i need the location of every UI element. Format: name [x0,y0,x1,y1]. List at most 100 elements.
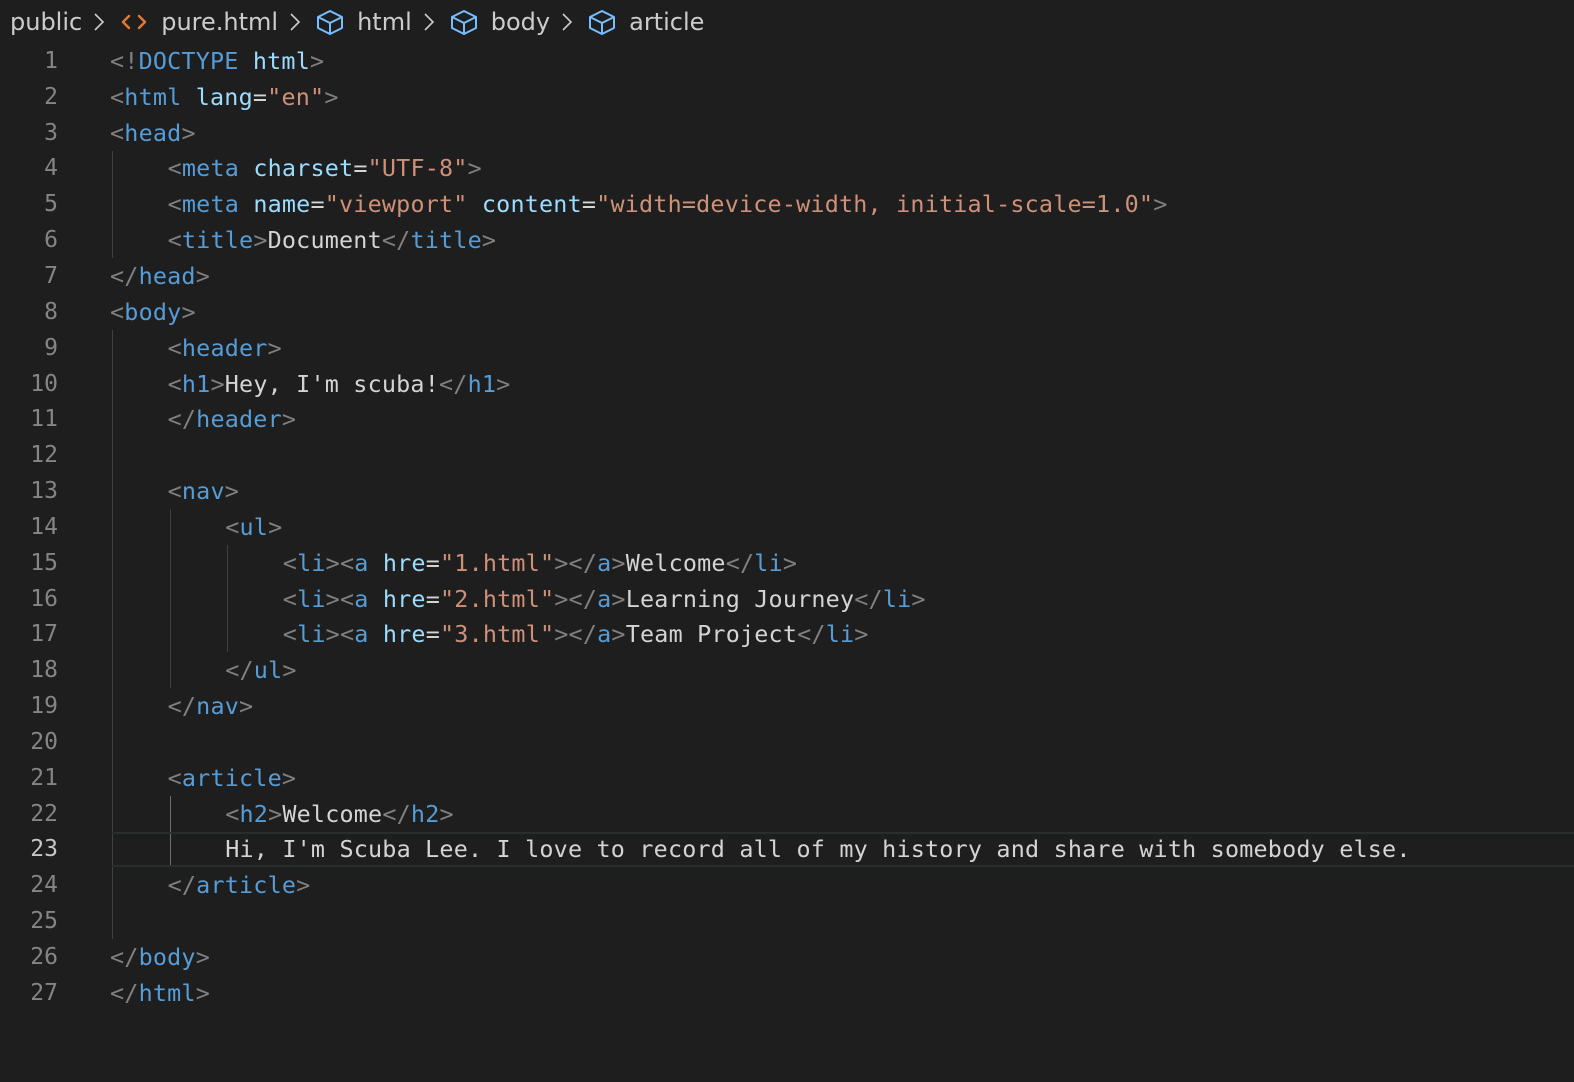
code-content: </article> [168,871,311,899]
code-attribute-name: html [252,46,310,75]
indent-guide [112,616,113,653]
code-punctuation: < [282,620,298,649]
code-line[interactable]: 16 <li><a hre="2.html"></a>Learning Journ… [0,580,1574,617]
code-line[interactable]: 21 <article> [0,759,1574,796]
code-punctuation: > [253,226,268,255]
symbol-element-icon [589,10,616,35]
code-line[interactable]: 27 </html> [0,975,1574,1011]
indent-guide [169,795,171,832]
code-content: <!DOCTYPE html> [110,47,324,75]
indent-guide [112,186,113,223]
breadcrumb-label: pure.html [161,8,279,36]
code-punctuation: > [181,297,196,326]
code-punctuation: > [1153,190,1168,219]
breadcrumb-item-article[interactable]: article [587,8,704,36]
code-tag-name: nav [196,692,240,721]
code-tag-name: h2 [239,799,269,828]
code-tag-name: body [124,297,182,326]
line-number: 24 [30,872,58,899]
breadcrumb-item-folder[interactable]: public [10,8,82,36]
code-punctuation: > [854,620,869,649]
code-punctuation: </ [382,799,411,828]
code-line[interactable]: 7 </head> [0,258,1574,294]
code-punctuation: > [310,46,325,75]
code-content: <li><a hre="2.html"></a>Learning Journey… [283,585,926,613]
code-string: "UTF-8" [367,154,468,183]
code-punctuation: > [611,584,626,613]
line-number: 2 [44,83,58,110]
line-number: 13 [30,478,58,505]
code-tag-name: header [181,333,268,362]
code-line[interactable]: 10 <h1>Hey, I'm scuba!</h1> [0,365,1574,402]
code-content: Hi, I'm Scuba Lee. I love to record all … [225,835,1410,863]
code-line[interactable]: 1 <!DOCTYPE html> [0,43,1574,79]
code-line[interactable]: 9 <header> [0,329,1574,366]
code-punctuation: </ [797,620,826,649]
code-tag-name: li [297,584,326,613]
code-line[interactable]: 5 <meta name="viewport" content="width=de… [0,186,1574,223]
code-tag-name: title [181,226,254,255]
code-line[interactable]: 14 <ul> [0,508,1574,545]
line-number: 3 [44,119,58,146]
indent-guide [112,544,113,581]
code-tag-name: meta [181,154,240,183]
indent-guide [112,222,113,259]
code-tag-name: ul [253,656,283,685]
code-line[interactable]: 20 [0,724,1574,760]
indent-guide [112,401,113,438]
code-line[interactable]: 6 <title>Document</title> [0,222,1574,259]
chevron-right-icon [562,13,573,31]
code-tag-name: body [138,943,196,972]
code-line[interactable]: 26 </body> [0,939,1574,975]
code-line[interactable]: 4 <meta charset="UTF-8"> [0,150,1574,187]
code-punctuation: >< [325,548,355,577]
code-punctuation: ></ [554,584,598,613]
code-line[interactable]: 18 </ul> [0,652,1574,689]
line-number: 27 [30,979,58,1006]
code-line[interactable]: 25 [0,903,1574,940]
code-punctuation: < [282,584,298,613]
code-line[interactable]: 3 <head> [0,115,1574,151]
code-line[interactable]: 12 [0,437,1574,474]
code-line[interactable]: 11 </header> [0,401,1574,438]
breadcrumb-item-html[interactable]: html [315,8,412,36]
code-text: = [252,82,268,111]
code-text: Learning Journey [625,584,855,613]
code-content: </header> [168,405,297,433]
code-line[interactable]: 15 <li><a hre="1.html"></a>Welcome</li> [0,544,1574,581]
line-number: 22 [30,800,58,827]
breadcrumb-item-file[interactable]: pure.html [119,8,278,36]
code-content: </body> [110,943,210,971]
code-line[interactable]: 23 Hi, I'm Scuba Lee. I love to record al… [0,831,1574,868]
code-line[interactable]: 2 <html lang="en"> [0,79,1574,115]
breadcrumb-label: html [357,8,412,36]
line-number: 17 [30,621,58,648]
indent-guide [112,795,113,832]
indent-guide [169,580,171,617]
code-string: "2.html" [440,584,555,613]
code-line[interactable]: 8 <body> [0,294,1574,330]
breadcrumb-item-body[interactable]: body [449,8,550,36]
line-number: 15 [30,549,58,576]
code-line[interactable]: 13 <nav> [0,473,1574,509]
code-tag-name: head [138,261,196,290]
code-content: <title>Document</title> [168,226,497,254]
code-editor[interactable]: 1 <!DOCTYPE html> 2 <html lang="en"> 3 <head>… [0,43,1574,1082]
code-text: = [310,190,325,219]
code-text: Hi, I'm Scuba Lee. I love to record all … [225,835,1411,864]
code-punctuation: </ [110,943,139,972]
code-tag-name: article [181,763,282,792]
breadcrumb: public pure.html html body article [0,0,1574,44]
code-punctuation: <! [110,46,139,75]
code-line[interactable]: 22 <h2>Welcome</h2> [0,795,1574,832]
code-tag-name: head [124,118,182,147]
code-line[interactable]: 17 <li><a hre="3.html"></a>Team Project</… [0,616,1574,653]
symbol-element-icon [450,10,477,35]
code-punctuation: </ [725,548,755,577]
code-line[interactable]: 19 </nav> [0,688,1574,725]
code-line[interactable]: 24 </article> [0,867,1574,904]
line-number: 20 [30,728,58,755]
